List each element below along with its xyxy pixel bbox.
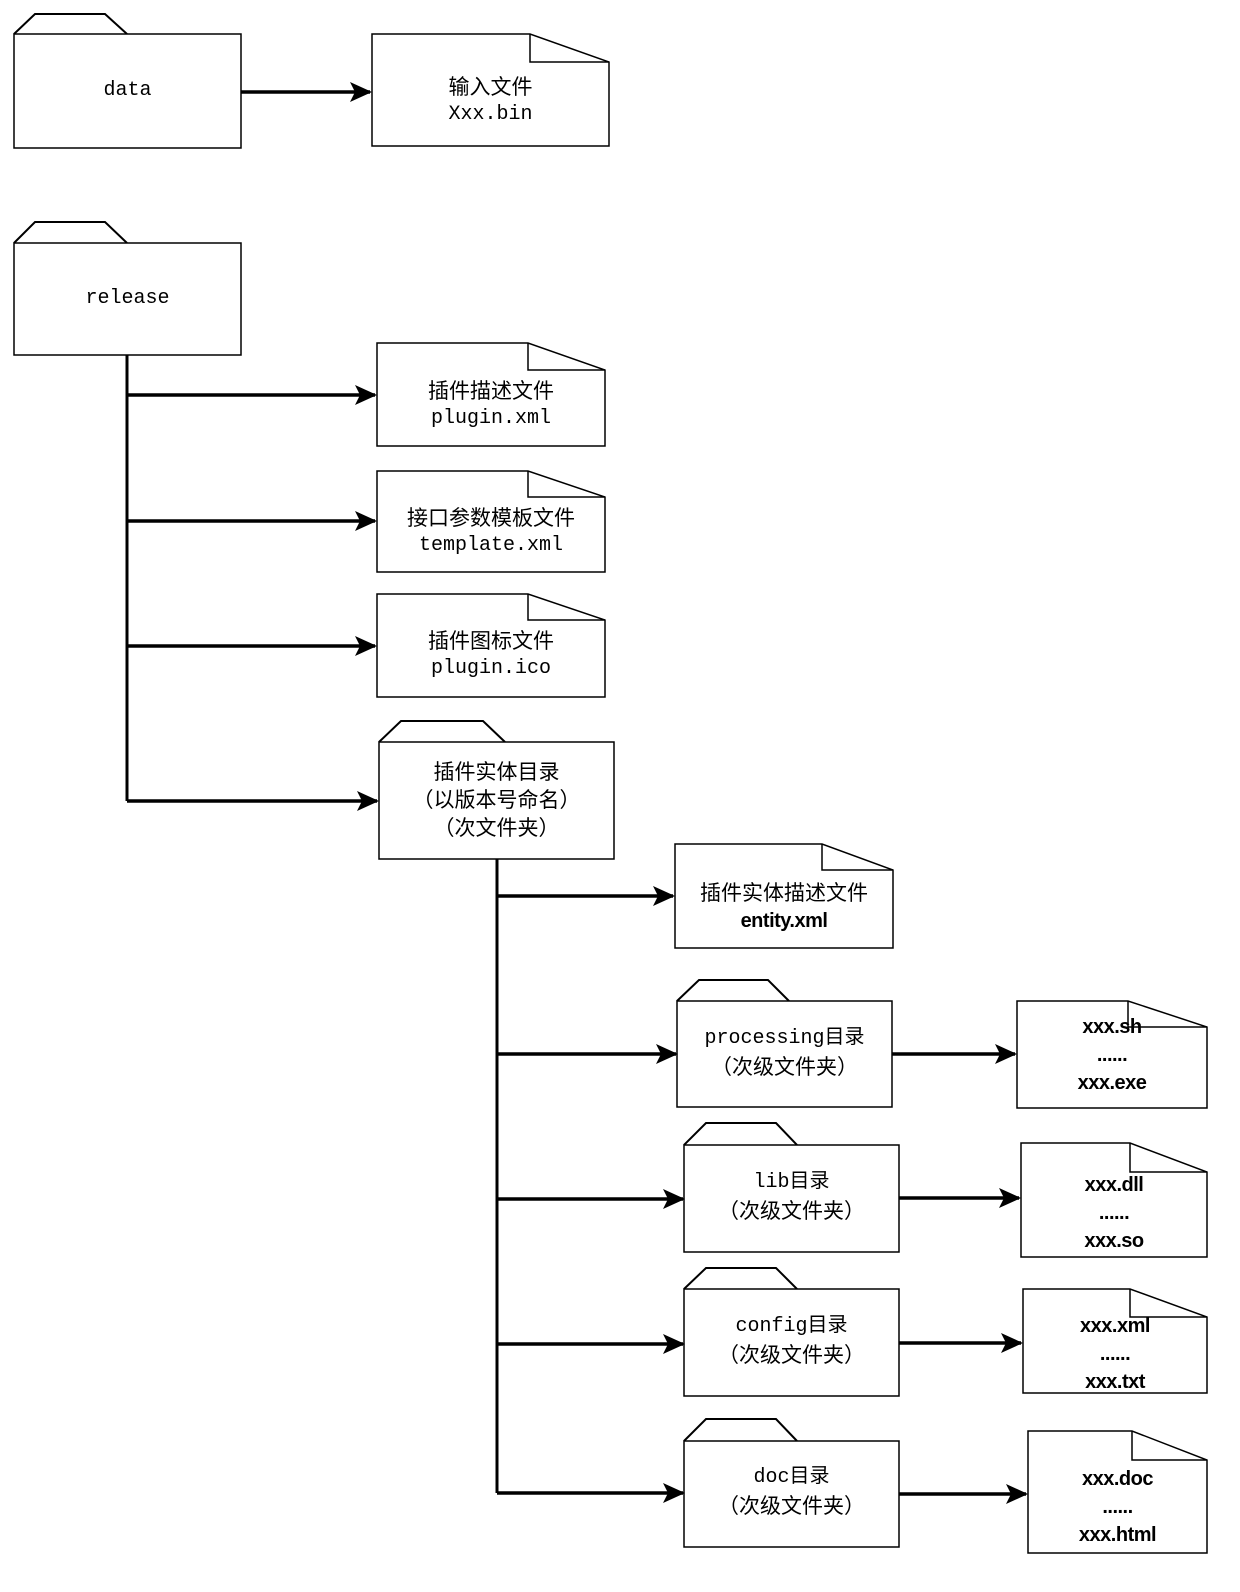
folder-lib-kind: （次级文件夹） (718, 1199, 865, 1223)
file-plugin-icon-name: plugin.ico (430, 657, 552, 680)
folder-entity-dir-note: （以版本号命名） (412, 788, 581, 812)
file-entity-desc-title: 插件实体描述文件 (700, 881, 868, 905)
file-doc-first: xxx.doc (1082, 1468, 1153, 1490)
folder-release-label: release (85, 287, 170, 310)
file-doc-last: xxx.html (1078, 1524, 1157, 1546)
folder-lib: lib目录 （次级文件夹） (684, 1166, 899, 1228)
file-config-last: xxx.txt (1085, 1371, 1145, 1393)
file-input-title: 输入文件 (448, 75, 533, 99)
file-plugin-desc: 插件描述文件 plugin.xml (377, 372, 605, 438)
folder-doc-kind: （次级文件夹） (718, 1494, 865, 1518)
folder-doc-title: doc目录 (753, 1466, 830, 1489)
folder-doc: doc目录 （次级文件夹） (684, 1461, 899, 1523)
folder-entity-dir-kind: （次文件夹） (433, 816, 560, 840)
folder-processing-kind: （次级文件夹） (711, 1055, 858, 1079)
file-config-files: xxx.xml ...... xxx.txt (1023, 1313, 1207, 1395)
file-input: 输入文件 Xxx.bin (372, 66, 609, 136)
file-lib-ellipsis: ...... (1098, 1202, 1130, 1224)
file-entity-desc: 插件实体描述文件 entity.xml (675, 874, 893, 940)
folder-release: release (14, 243, 241, 355)
folder-data: data (14, 34, 241, 148)
folder-data-label: data (103, 79, 152, 102)
file-config-ellipsis: ...... (1099, 1343, 1131, 1365)
file-processing-ellipsis: ...... (1096, 1044, 1128, 1066)
file-processing-first: xxx.sh (1082, 1016, 1142, 1038)
folder-config-title: config目录 (735, 1315, 848, 1338)
file-plugin-icon-title: 插件图标文件 (428, 629, 554, 653)
file-lib-last: xxx.so (1084, 1230, 1144, 1252)
file-input-name: Xxx.bin (448, 103, 533, 126)
file-lib-first: xxx.dll (1084, 1174, 1144, 1196)
file-config-first: xxx.xml (1080, 1315, 1150, 1337)
folder-lib-title: lib目录 (753, 1171, 830, 1194)
directory-structure-diagram: data 输入文件 Xxx.bin release 插件描述文件 plugin.… (0, 0, 1240, 1592)
folder-entity-dir-title: 插件实体目录 (433, 760, 560, 784)
file-plugin-desc-title: 插件描述文件 (428, 379, 554, 403)
file-template: 接口参数模板文件 template.xml (377, 499, 605, 565)
folder-config-kind: （次级文件夹） (718, 1343, 865, 1367)
file-template-title: 接口参数模板文件 (407, 506, 575, 530)
file-processing-files: xxx.sh ...... xxx.exe (1017, 1010, 1207, 1100)
file-doc-files: xxx.doc ...... xxx.html (1028, 1464, 1207, 1550)
file-plugin-desc-name: plugin.xml (430, 407, 552, 430)
folder-processing: processing目录 （次级文件夹） (677, 1022, 892, 1084)
file-doc-ellipsis: ...... (1102, 1496, 1133, 1518)
folder-processing-title: processing目录 (704, 1027, 865, 1050)
folder-entity-dir: 插件实体目录 （以版本号命名） （次文件夹） (379, 756, 614, 844)
file-processing-last: xxx.exe (1077, 1072, 1147, 1094)
file-plugin-icon: 插件图标文件 plugin.ico (377, 622, 605, 688)
file-lib-files: xxx.dll ...... xxx.so (1021, 1170, 1207, 1256)
folder-config: config目录 （次级文件夹） (684, 1310, 899, 1372)
file-entity-desc-name: entity.xml (740, 910, 828, 932)
file-template-name: template.xml (418, 534, 564, 557)
